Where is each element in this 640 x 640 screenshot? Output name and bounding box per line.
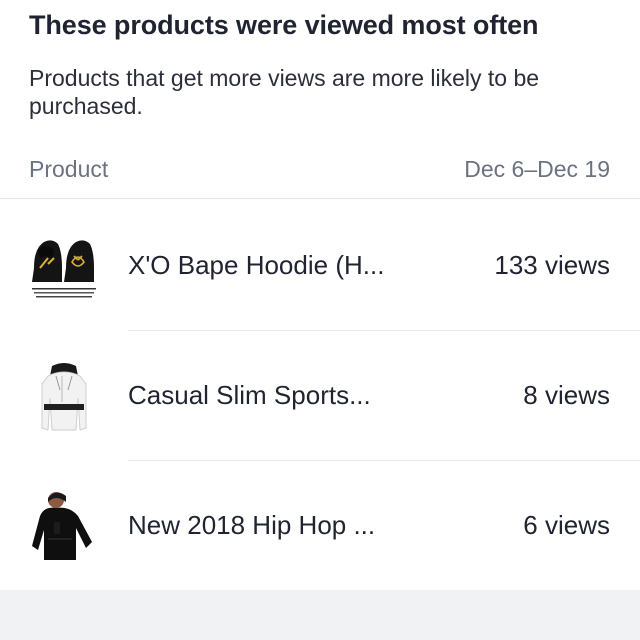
most-viewed-products-card: These products were viewed most often Pr… [0, 0, 640, 590]
product-name: Casual Slim Sports... [128, 380, 371, 410]
product-name: New 2018 Hip Hop ... [128, 510, 376, 540]
product-views: 133 views [494, 250, 610, 280]
product-row[interactable]: X'O Bape Hoodie (H... 133 views [0, 200, 640, 330]
card-title: These products were viewed most often [29, 10, 539, 40]
product-list: X'O Bape Hoodie (H... 133 views Casual S… [0, 200, 640, 590]
product-views: 8 views [523, 380, 610, 410]
table-header: Product Dec 6–Dec 19 [0, 148, 640, 199]
column-product-label: Product [29, 156, 109, 182]
white-hoodie-image [41, 363, 87, 431]
card-subtitle: Products that get more views are more li… [29, 65, 540, 119]
page-footer-background [0, 590, 640, 640]
column-date-range-label[interactable]: Dec 6–Dec 19 [464, 156, 610, 183]
product-row[interactable]: Casual Slim Sports... 8 views [0, 330, 640, 460]
product-row[interactable]: New 2018 Hip Hop ... 6 views [0, 460, 640, 590]
black-hoodie-pair-image [32, 240, 96, 298]
product-views: 6 views [523, 510, 610, 540]
product-name: X'O Bape Hoodie (H... [128, 250, 385, 280]
black-hoodie-model-image [32, 492, 92, 560]
